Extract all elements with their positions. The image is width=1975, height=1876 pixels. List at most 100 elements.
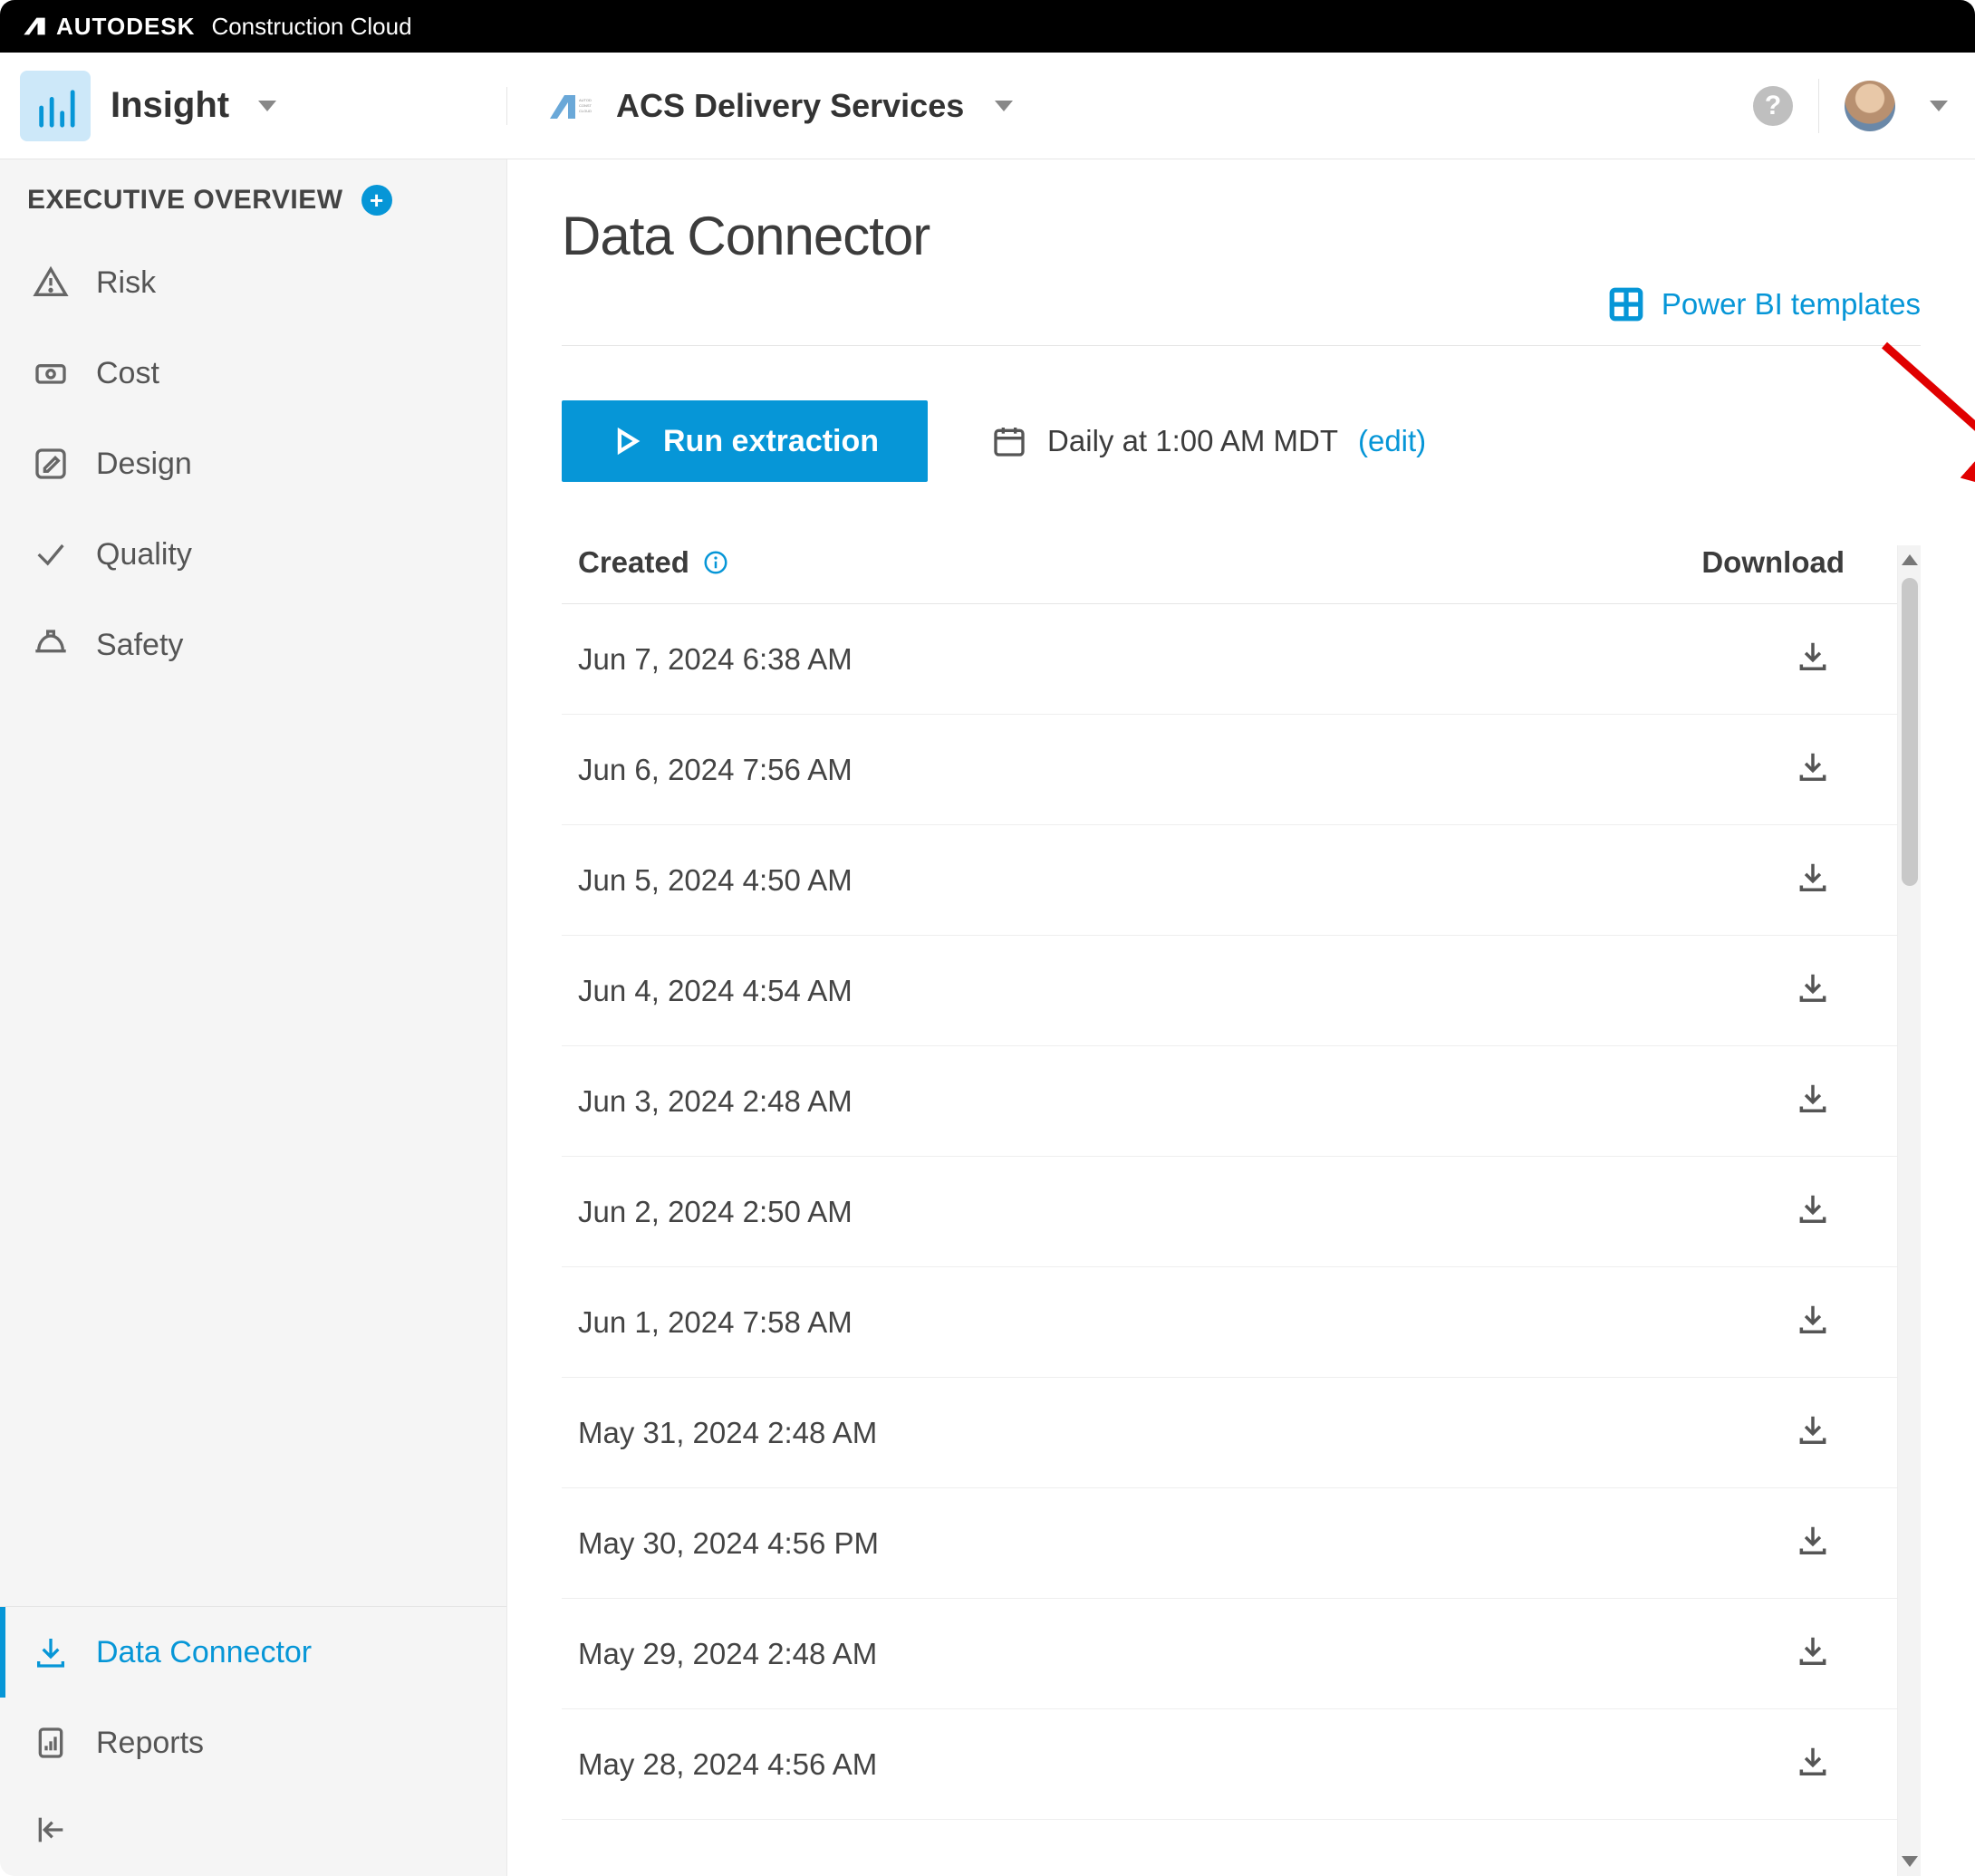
download-button[interactable]: [1796, 749, 1830, 791]
download-button[interactable]: [1796, 860, 1830, 901]
sidebar-item-reports[interactable]: Reports: [0, 1698, 506, 1788]
svg-text:CLOUD: CLOUD: [579, 109, 592, 113]
cell-created: May 30, 2024 4:56 PM: [578, 1526, 879, 1561]
download-icon: [1796, 1633, 1830, 1668]
banknote-icon: [33, 355, 69, 391]
brand-bar: AUTODESK Construction Cloud: [0, 0, 1975, 53]
table-row: May 31, 2024 2:48 AM: [562, 1378, 1897, 1488]
schedule-info: Daily at 1:00 AM MDT (edit): [991, 423, 1426, 459]
extraction-table: Created Download Jun 7, 2024 6:38 AMJun …: [562, 545, 1897, 1876]
svg-text:AUTODESK: AUTODESK: [579, 98, 592, 102]
page-title: Data Connector: [562, 205, 1921, 267]
avatar[interactable]: [1845, 81, 1895, 131]
download-icon: [1796, 1302, 1830, 1336]
cell-created: May 29, 2024 2:48 AM: [578, 1637, 877, 1671]
run-extraction-label: Run extraction: [663, 424, 879, 459]
hardhat-icon: [33, 627, 69, 663]
table-row: Jun 2, 2024 2:50 AM: [562, 1157, 1897, 1267]
sidebar-item-label: Risk: [96, 265, 156, 301]
table-row: Jun 3, 2024 2:48 AM: [562, 1046, 1897, 1157]
project-switcher[interactable]: AUTODESKCONSTRUCTIONCLOUD ACS Delivery S…: [507, 87, 1753, 125]
sidebar-item-safety[interactable]: Safety: [0, 600, 506, 690]
download-button[interactable]: [1796, 639, 1830, 680]
download-button[interactable]: [1796, 1191, 1830, 1233]
sidebar-bottom-nav: Data Connector Reports: [0, 1606, 506, 1876]
column-header-created[interactable]: Created: [578, 545, 729, 580]
column-header-download: Download: [1701, 545, 1845, 580]
cell-created: Jun 6, 2024 7:56 AM: [578, 753, 853, 787]
autodesk-logo-icon: [22, 14, 47, 39]
column-header-created-label: Created: [578, 545, 689, 580]
grid-icon: [1607, 285, 1645, 323]
download-button[interactable]: [1796, 970, 1830, 1012]
collapse-sidebar-button[interactable]: [0, 1788, 506, 1876]
table-row: Jun 7, 2024 6:38 AM: [562, 604, 1897, 715]
sidebar-item-cost[interactable]: Cost: [0, 328, 506, 418]
app-name: Insight: [111, 85, 229, 126]
cell-created: Jun 3, 2024 2:48 AM: [578, 1084, 853, 1119]
download-button[interactable]: [1796, 1412, 1830, 1454]
table-row: Jun 4, 2024 4:54 AM: [562, 936, 1897, 1046]
cell-created: May 31, 2024 2:48 AM: [578, 1416, 877, 1450]
sidebar-item-label: Data Connector: [96, 1635, 312, 1670]
header: Insight AUTODESKCONSTRUCTIONCLOUD ACS De…: [0, 53, 1975, 159]
download-button[interactable]: [1796, 1744, 1830, 1785]
download-icon: [1796, 639, 1830, 673]
sidebar-nav: Risk Cost Design Quality Safety: [0, 237, 506, 690]
chevron-down-icon: [258, 101, 276, 111]
edit-schedule-link[interactable]: (edit): [1358, 424, 1426, 458]
sidebar-item-design[interactable]: Design: [0, 418, 506, 509]
help-icon[interactable]: ?: [1753, 86, 1793, 126]
add-dashboard-button[interactable]: +: [361, 185, 392, 216]
report-icon: [33, 1725, 69, 1761]
sidebar-section-header: EXECUTIVE OVERVIEW +: [0, 159, 506, 237]
play-icon: [611, 426, 641, 457]
power-bi-templates-label: Power BI templates: [1662, 287, 1921, 322]
power-bi-templates-link[interactable]: Power BI templates: [1607, 285, 1921, 323]
download-button[interactable]: [1796, 1081, 1830, 1122]
scroll-up-arrow-icon[interactable]: [1902, 554, 1918, 565]
scroll-thumb[interactable]: [1902, 578, 1918, 886]
sidebar-item-label: Reports: [96, 1726, 204, 1761]
sidebar-item-label: Cost: [96, 356, 159, 391]
sidebar: EXECUTIVE OVERVIEW + Risk Cost Design: [0, 159, 507, 1876]
info-icon: [702, 549, 729, 576]
cell-created: Jun 2, 2024 2:50 AM: [578, 1195, 853, 1229]
main-content: Data Connector Power BI templates Run ex…: [507, 159, 1975, 1876]
scroll-down-arrow-icon[interactable]: [1902, 1856, 1918, 1867]
cell-created: Jun 7, 2024 6:38 AM: [578, 642, 853, 677]
cell-created: Jun 5, 2024 4:50 AM: [578, 863, 853, 898]
sidebar-item-risk[interactable]: Risk: [0, 237, 506, 328]
scrollbar[interactable]: [1897, 545, 1921, 1876]
sidebar-item-data-connector[interactable]: Data Connector: [0, 1607, 506, 1698]
download-icon: [1796, 1744, 1830, 1778]
download-icon: [1796, 1081, 1830, 1115]
table-body: Jun 7, 2024 6:38 AM Jun 6, 2024 7:56 AM Ju…: [562, 604, 1897, 1876]
divider: [1818, 79, 1819, 133]
download-button[interactable]: [1796, 1302, 1830, 1343]
warning-triangle-icon: [33, 265, 69, 301]
download-button[interactable]: [1796, 1633, 1830, 1675]
download-icon: [1796, 749, 1830, 784]
project-name: ACS Delivery Services: [616, 87, 964, 125]
insight-app-icon: [20, 71, 91, 141]
download-icon: [1796, 1523, 1830, 1557]
sidebar-item-quality[interactable]: Quality: [0, 509, 506, 600]
table-row: May 28, 2024 4:56 AM: [562, 1709, 1897, 1820]
cell-created: Jun 1, 2024 7:58 AM: [578, 1305, 853, 1340]
chevron-down-icon[interactable]: [1930, 101, 1948, 111]
sidebar-item-label: Design: [96, 447, 192, 482]
table-row: Jun 5, 2024 4:50 AM: [562, 825, 1897, 936]
download-icon: [33, 1634, 69, 1670]
download-icon: [1796, 1412, 1830, 1447]
download-icon: [1796, 860, 1830, 894]
cell-created: Jun 4, 2024 4:54 AM: [578, 974, 853, 1008]
sidebar-item-label: Safety: [96, 628, 183, 663]
calendar-icon: [991, 423, 1027, 459]
check-icon: [33, 536, 69, 572]
download-button[interactable]: [1796, 1523, 1830, 1564]
app-switcher[interactable]: Insight: [0, 71, 507, 141]
run-extraction-button[interactable]: Run extraction: [562, 400, 928, 482]
download-icon: [1796, 1191, 1830, 1226]
svg-text:CONSTRUCTION: CONSTRUCTION: [579, 103, 592, 108]
